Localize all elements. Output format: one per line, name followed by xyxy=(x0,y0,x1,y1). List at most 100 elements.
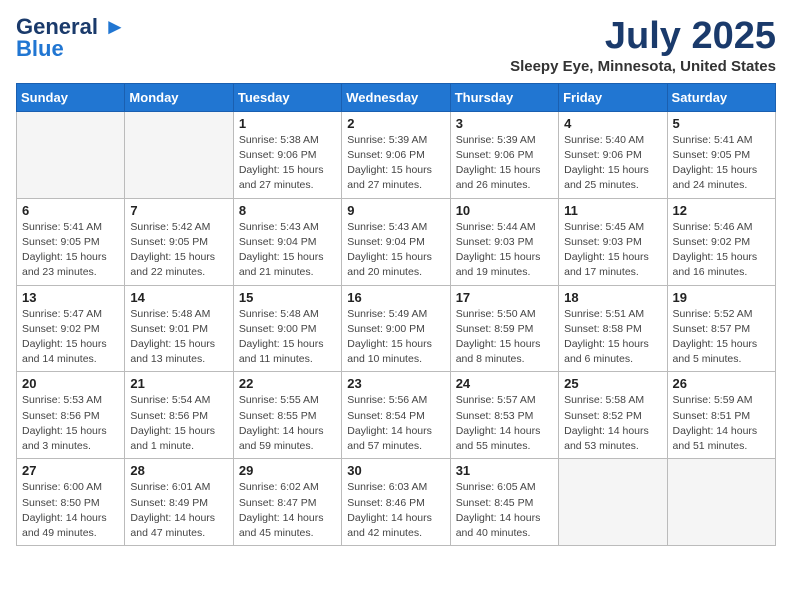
calendar-day-cell: 14 Sunrise: 5:48 AM Sunset: 9:01 PM Dayli… xyxy=(125,285,233,372)
weekday-header-sunday: Sunday xyxy=(17,83,125,111)
day-number: 8 xyxy=(239,203,336,218)
day-number: 26 xyxy=(673,376,770,391)
day-number: 9 xyxy=(347,203,444,218)
logo-blue: Blue xyxy=(16,36,64,62)
day-number: 30 xyxy=(347,463,444,478)
calendar-day-cell: 17 Sunrise: 5:50 AM Sunset: 8:59 PM Dayli… xyxy=(450,285,558,372)
day-info: Sunrise: 5:57 AM Sunset: 8:53 PM Dayligh… xyxy=(456,393,553,454)
calendar-day-cell: 5Sunrise: 5:41 AM Sunset: 9:05 PM Daylig… xyxy=(667,111,775,198)
calendar-day-cell: 3Sunrise: 5:39 AM Sunset: 9:06 PM Daylig… xyxy=(450,111,558,198)
day-number: 18 xyxy=(564,290,661,305)
calendar-week-3: 13Sunrise: 5:47 AM Sunset: 9:02 PM Dayli… xyxy=(17,285,776,372)
day-info: Sunrise: 5:52 AM Sunset: 8:57 PM Dayligh… xyxy=(673,307,770,368)
day-number: 19 xyxy=(673,290,770,305)
day-number: 11 xyxy=(564,203,661,218)
day-number: 25 xyxy=(564,376,661,391)
day-number: 24 xyxy=(456,376,553,391)
calendar-day-cell: 25 Sunrise: 5:58 AM Sunset: 8:52 PM Dayli… xyxy=(559,372,667,459)
day-info: Sunrise: 5:58 AM Sunset: 8:52 PM Dayligh… xyxy=(564,393,661,454)
weekday-header-friday: Friday xyxy=(559,83,667,111)
title-area: July 2025 Sleepy Eye, Minnesota, United … xyxy=(510,16,776,75)
calendar-week-5: 27 Sunrise: 6:00 AM Sunset: 8:50 PM Dayli… xyxy=(17,459,776,546)
day-number: 3 xyxy=(456,116,553,131)
day-number: 1 xyxy=(239,116,336,131)
day-info: Sunrise: 5:49 AM Sunset: 9:00 PM Dayligh… xyxy=(347,307,444,368)
day-number: 23 xyxy=(347,376,444,391)
day-info: Sunrise: 5:42 AM Sunset: 9:05 PM Dayligh… xyxy=(130,220,227,281)
day-info: Sunrise: 6:05 AM Sunset: 8:45 PM Dayligh… xyxy=(456,480,553,541)
page-header: General ► Blue July 2025 Sleepy Eye, Min… xyxy=(16,16,776,75)
day-info: Sunrise: 5:51 AM Sunset: 8:58 PM Dayligh… xyxy=(564,307,661,368)
day-number: 17 xyxy=(456,290,553,305)
day-number: 4 xyxy=(564,116,661,131)
day-info: Sunrise: 5:40 AM Sunset: 9:06 PM Dayligh… xyxy=(564,133,661,194)
calendar-day-cell: 20 Sunrise: 5:53 AM Sunset: 8:56 PM Dayli… xyxy=(17,372,125,459)
day-info: Sunrise: 5:46 AM Sunset: 9:02 PM Dayligh… xyxy=(673,220,770,281)
day-number: 20 xyxy=(22,376,119,391)
calendar-day-cell: 22 Sunrise: 5:55 AM Sunset: 8:55 PM Dayli… xyxy=(233,372,341,459)
day-number: 29 xyxy=(239,463,336,478)
day-info: Sunrise: 5:50 AM Sunset: 8:59 PM Dayligh… xyxy=(456,307,553,368)
weekday-header-monday: Monday xyxy=(125,83,233,111)
calendar-day-cell: 2 Sunrise: 5:39 AM Sunset: 9:06 PM Daylig… xyxy=(342,111,450,198)
day-number: 31 xyxy=(456,463,553,478)
calendar-day-cell: 24 Sunrise: 5:57 AM Sunset: 8:53 PM Dayli… xyxy=(450,372,558,459)
day-number: 27 xyxy=(22,463,119,478)
calendar-day-cell: 1Sunrise: 5:38 AM Sunset: 9:06 PM Daylig… xyxy=(233,111,341,198)
calendar-week-2: 6 Sunrise: 5:41 AM Sunset: 9:05 PM Daylig… xyxy=(17,198,776,285)
calendar-day-cell xyxy=(667,459,775,546)
day-info: Sunrise: 5:56 AM Sunset: 8:54 PM Dayligh… xyxy=(347,393,444,454)
calendar-table: SundayMondayTuesdayWednesdayThursdayFrid… xyxy=(16,83,776,546)
day-info: Sunrise: 5:53 AM Sunset: 8:56 PM Dayligh… xyxy=(22,393,119,454)
calendar-day-cell: 8 Sunrise: 5:43 AM Sunset: 9:04 PM Daylig… xyxy=(233,198,341,285)
day-number: 6 xyxy=(22,203,119,218)
day-number: 14 xyxy=(130,290,227,305)
day-info: Sunrise: 6:03 AM Sunset: 8:46 PM Dayligh… xyxy=(347,480,444,541)
day-info: Sunrise: 5:44 AM Sunset: 9:03 PM Dayligh… xyxy=(456,220,553,281)
calendar-day-cell: 16 Sunrise: 5:49 AM Sunset: 9:00 PM Dayli… xyxy=(342,285,450,372)
calendar-day-cell: 11 Sunrise: 5:45 AM Sunset: 9:03 PM Dayli… xyxy=(559,198,667,285)
calendar-day-cell: 10Sunrise: 5:44 AM Sunset: 9:03 PM Dayli… xyxy=(450,198,558,285)
calendar-day-cell: 30 Sunrise: 6:03 AM Sunset: 8:46 PM Dayli… xyxy=(342,459,450,546)
calendar-day-cell: 7 Sunrise: 5:42 AM Sunset: 9:05 PM Daylig… xyxy=(125,198,233,285)
day-info: Sunrise: 5:55 AM Sunset: 8:55 PM Dayligh… xyxy=(239,393,336,454)
day-number: 7 xyxy=(130,203,227,218)
calendar-week-4: 20 Sunrise: 5:53 AM Sunset: 8:56 PM Dayli… xyxy=(17,372,776,459)
logo-text: General ► xyxy=(16,16,126,38)
day-number: 22 xyxy=(239,376,336,391)
day-info: Sunrise: 6:02 AM Sunset: 8:47 PM Dayligh… xyxy=(239,480,336,541)
calendar-day-cell: 15 Sunrise: 5:48 AM Sunset: 9:00 PM Dayli… xyxy=(233,285,341,372)
day-number: 13 xyxy=(22,290,119,305)
day-info: Sunrise: 5:48 AM Sunset: 9:01 PM Dayligh… xyxy=(130,307,227,368)
calendar-day-cell xyxy=(17,111,125,198)
calendar-day-cell: 6 Sunrise: 5:41 AM Sunset: 9:05 PM Daylig… xyxy=(17,198,125,285)
calendar-day-cell: 13Sunrise: 5:47 AM Sunset: 9:02 PM Dayli… xyxy=(17,285,125,372)
day-info: Sunrise: 5:45 AM Sunset: 9:03 PM Dayligh… xyxy=(564,220,661,281)
day-number: 15 xyxy=(239,290,336,305)
weekday-header-saturday: Saturday xyxy=(667,83,775,111)
day-info: Sunrise: 5:39 AM Sunset: 9:06 PM Dayligh… xyxy=(347,133,444,194)
day-number: 21 xyxy=(130,376,227,391)
calendar-day-cell: 27 Sunrise: 6:00 AM Sunset: 8:50 PM Dayli… xyxy=(17,459,125,546)
day-info: Sunrise: 5:59 AM Sunset: 8:51 PM Dayligh… xyxy=(673,393,770,454)
weekday-header-tuesday: Tuesday xyxy=(233,83,341,111)
logo: General ► Blue xyxy=(16,16,126,62)
day-number: 2 xyxy=(347,116,444,131)
day-info: Sunrise: 6:01 AM Sunset: 8:49 PM Dayligh… xyxy=(130,480,227,541)
calendar-day-cell: 12Sunrise: 5:46 AM Sunset: 9:02 PM Dayli… xyxy=(667,198,775,285)
day-info: Sunrise: 5:41 AM Sunset: 9:05 PM Dayligh… xyxy=(22,220,119,281)
day-info: Sunrise: 5:43 AM Sunset: 9:04 PM Dayligh… xyxy=(239,220,336,281)
calendar-day-cell: 31 Sunrise: 6:05 AM Sunset: 8:45 PM Dayli… xyxy=(450,459,558,546)
day-info: Sunrise: 5:54 AM Sunset: 8:56 PM Dayligh… xyxy=(130,393,227,454)
calendar-day-cell xyxy=(559,459,667,546)
day-info: Sunrise: 6:00 AM Sunset: 8:50 PM Dayligh… xyxy=(22,480,119,541)
day-number: 5 xyxy=(673,116,770,131)
calendar-day-cell: 28 Sunrise: 6:01 AM Sunset: 8:49 PM Dayli… xyxy=(125,459,233,546)
day-info: Sunrise: 5:43 AM Sunset: 9:04 PM Dayligh… xyxy=(347,220,444,281)
calendar-day-cell: 4 Sunrise: 5:40 AM Sunset: 9:06 PM Daylig… xyxy=(559,111,667,198)
weekday-header-wednesday: Wednesday xyxy=(342,83,450,111)
day-number: 16 xyxy=(347,290,444,305)
weekday-header-thursday: Thursday xyxy=(450,83,558,111)
day-number: 28 xyxy=(130,463,227,478)
day-info: Sunrise: 5:48 AM Sunset: 9:00 PM Dayligh… xyxy=(239,307,336,368)
